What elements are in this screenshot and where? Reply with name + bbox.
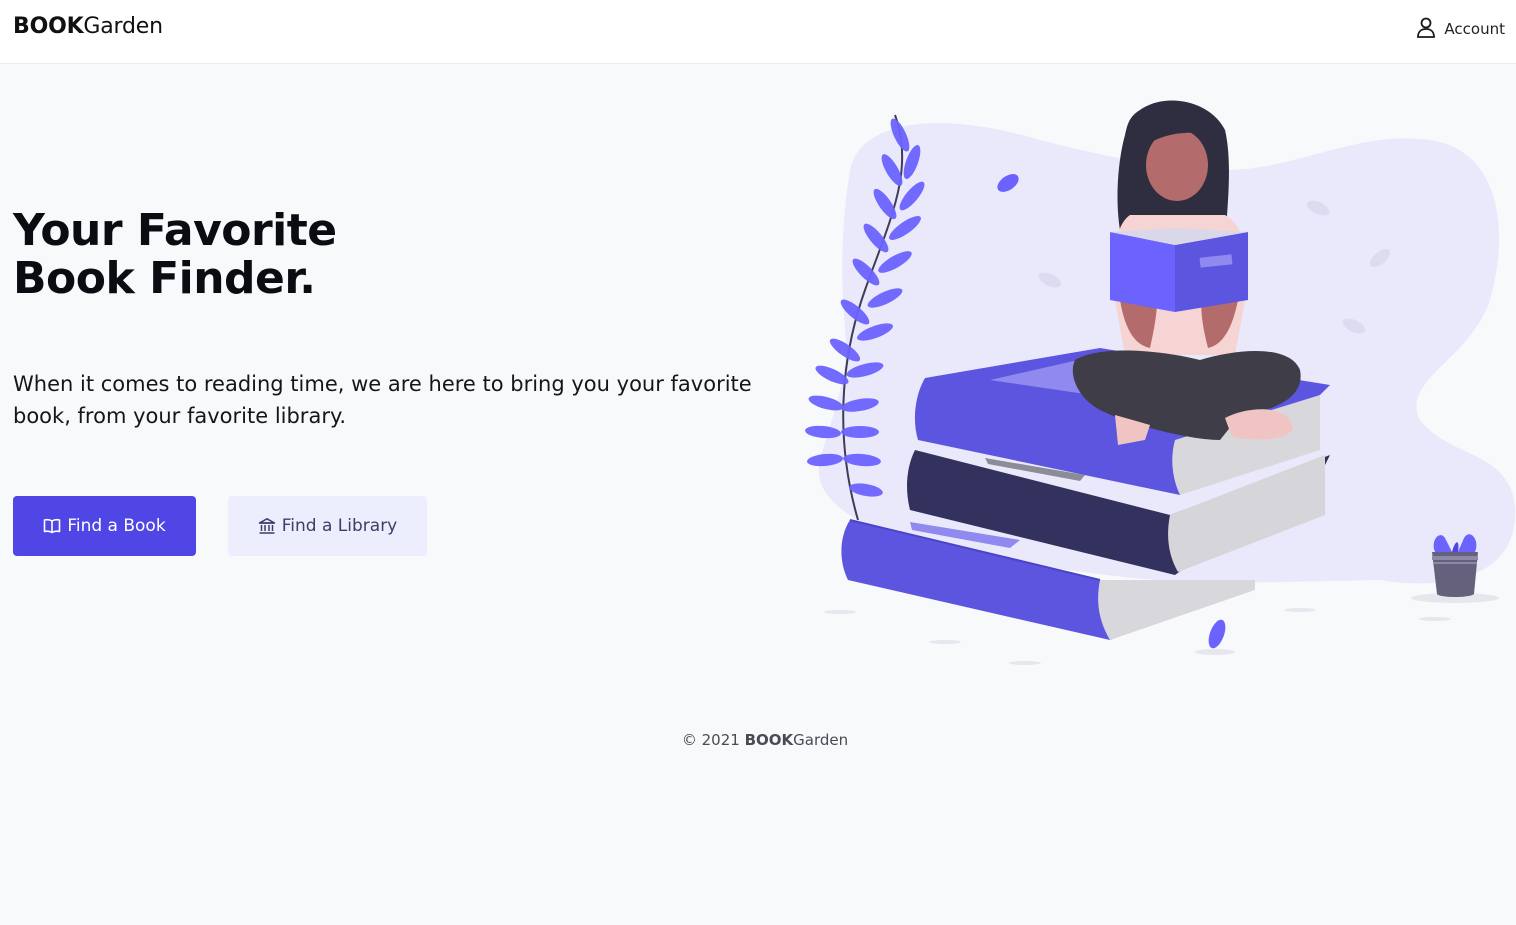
brand-bold: BOOK xyxy=(13,14,84,39)
find-library-button[interactable]: Find a Library xyxy=(228,496,427,556)
navbar: BOOKGarden Account xyxy=(0,0,1516,64)
footer: © 2021 BOOKGarden xyxy=(0,731,1516,749)
account-label: Account xyxy=(1444,20,1505,38)
find-book-label: Find a Book xyxy=(67,516,166,536)
reading-woman-illustration xyxy=(805,100,1516,665)
brand-light: Garden xyxy=(83,14,163,39)
find-library-label: Find a Library xyxy=(281,516,398,536)
book-open-icon xyxy=(43,518,61,534)
title-line-1: Your Favorite xyxy=(13,205,337,256)
account-link[interactable]: Account xyxy=(1416,16,1505,42)
find-book-button[interactable]: Find a Book xyxy=(13,496,196,556)
page-title: Your Favorite Book Finder. xyxy=(13,207,337,303)
copyright-text: © 2021 xyxy=(681,731,740,749)
footer-brand-bold: BOOK xyxy=(744,731,794,749)
title-line-2: Book Finder. xyxy=(13,253,316,304)
user-icon xyxy=(1416,16,1436,42)
brand-logo[interactable]: BOOKGarden xyxy=(13,14,163,39)
library-icon xyxy=(258,517,276,535)
footer-brand-light: Garden xyxy=(793,731,849,749)
hero-description: When it comes to reading time, we are he… xyxy=(13,372,752,428)
